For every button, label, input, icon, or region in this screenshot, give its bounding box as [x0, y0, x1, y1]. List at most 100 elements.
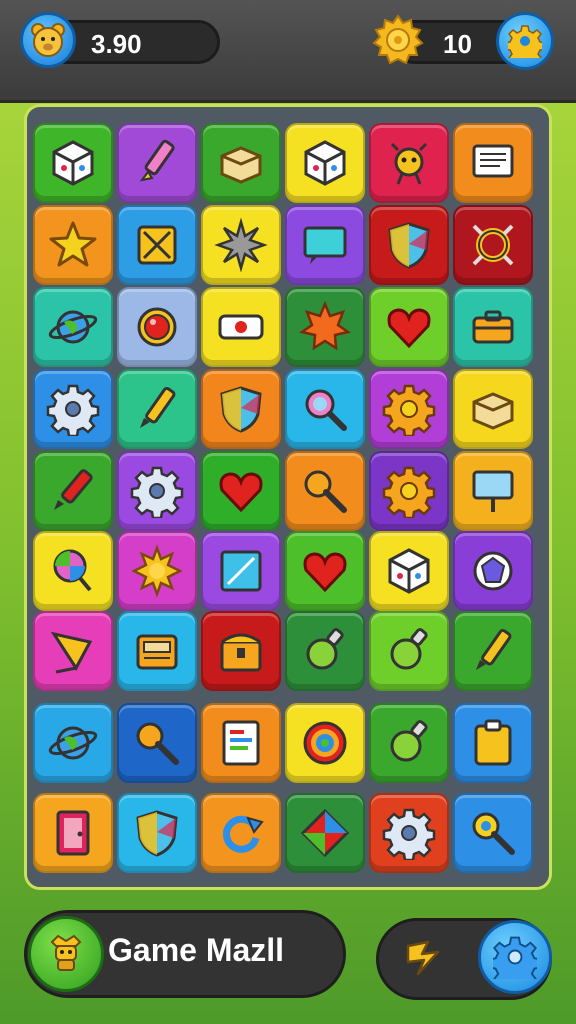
board-tile[interactable] — [369, 123, 449, 203]
board-tile[interactable] — [369, 793, 449, 873]
board-tile[interactable] — [453, 451, 533, 531]
gear-icon — [508, 25, 542, 58]
board-tile[interactable] — [117, 369, 197, 449]
mace-icon — [136, 722, 179, 765]
board-tile[interactable] — [33, 703, 113, 783]
gold-coin-icon — [372, 14, 424, 66]
board-tile[interactable] — [117, 451, 197, 531]
potion-icon — [306, 628, 344, 670]
coin-count: 10 — [443, 29, 472, 59]
cube-icon — [304, 140, 346, 186]
board-tile[interactable] — [201, 205, 281, 285]
board-tile[interactable] — [201, 611, 281, 691]
settings-button[interactable] — [496, 12, 554, 70]
board-tile[interactable] — [369, 703, 449, 783]
diamond-icon — [300, 808, 350, 858]
board-tile[interactable] — [285, 205, 365, 285]
crate-icon — [137, 225, 177, 265]
board-tile[interactable] — [33, 287, 113, 367]
gear-icon — [382, 808, 436, 860]
star-icon — [49, 221, 97, 267]
board-tile[interactable] — [33, 611, 113, 691]
board-tile[interactable] — [117, 531, 197, 611]
options-button[interactable] — [478, 920, 552, 994]
board-tile[interactable] — [201, 793, 281, 873]
potion-icon — [390, 628, 428, 670]
key-icon — [472, 812, 515, 855]
board-tile[interactable] — [453, 611, 533, 691]
character-icon — [50, 934, 82, 971]
board-tile[interactable] — [117, 793, 197, 873]
board-tile[interactable] — [285, 451, 365, 531]
board-tile[interactable] — [285, 287, 365, 367]
kite-icon — [50, 631, 93, 674]
gear-icon — [46, 384, 100, 436]
shield-icon — [220, 386, 262, 433]
board-tile[interactable] — [33, 531, 113, 611]
board-tile[interactable] — [369, 531, 449, 611]
bug-icon — [390, 142, 428, 185]
radio-icon — [136, 634, 178, 670]
spiky-star-icon — [298, 300, 352, 351]
board-tile[interactable] — [453, 287, 533, 367]
board-tile[interactable] — [285, 793, 365, 873]
magnifier-icon — [305, 389, 347, 431]
board-tile[interactable] — [201, 531, 281, 611]
crayon-icon — [140, 386, 176, 428]
board-tile[interactable] — [33, 123, 113, 203]
note-icon — [472, 144, 514, 178]
planet-icon — [48, 310, 98, 344]
sun-icon — [131, 544, 183, 598]
board-tile[interactable] — [33, 793, 113, 873]
spiky-ball-icon — [214, 218, 268, 272]
board-tile[interactable] — [369, 611, 449, 691]
sign-icon — [472, 470, 514, 512]
board-tile[interactable] — [285, 369, 365, 449]
board-tile[interactable] — [201, 287, 281, 367]
board-tile[interactable] — [201, 703, 281, 783]
board-tile[interactable] — [285, 531, 365, 611]
board-tile[interactable] — [117, 611, 197, 691]
board-tile[interactable] — [33, 451, 113, 531]
hammer-icon — [406, 940, 440, 976]
mace-icon — [304, 470, 347, 513]
monitor-icon — [303, 226, 347, 264]
board-tile[interactable] — [285, 703, 365, 783]
bear-avatar-icon[interactable] — [20, 12, 76, 68]
board-tile[interactable] — [201, 451, 281, 531]
board-tile[interactable] — [369, 287, 449, 367]
swirl-icon — [303, 721, 347, 765]
board-tile[interactable] — [453, 793, 533, 873]
red-button-icon — [137, 307, 177, 347]
board-tile[interactable] — [201, 123, 281, 203]
clipboard-icon — [474, 719, 512, 766]
board-tile[interactable] — [117, 205, 197, 285]
board-tile[interactable] — [117, 287, 197, 367]
shield-icon — [136, 810, 178, 857]
board-tile[interactable] — [453, 369, 533, 449]
cube-icon — [388, 548, 430, 594]
board-tile[interactable] — [285, 611, 365, 691]
pencil-icon — [139, 139, 175, 182]
board-tile[interactable] — [453, 703, 533, 783]
board-tile[interactable] — [117, 703, 197, 783]
board-tile[interactable] — [453, 531, 533, 611]
play-button[interactable] — [28, 916, 104, 992]
frame-icon — [220, 550, 262, 592]
planet-icon — [48, 726, 98, 760]
gem-icon — [473, 551, 513, 591]
game-board — [24, 104, 552, 890]
board-tile[interactable] — [33, 369, 113, 449]
box-icon — [220, 146, 262, 184]
board-tile[interactable] — [117, 123, 197, 203]
board-tile[interactable] — [201, 369, 281, 449]
board-tile[interactable] — [453, 123, 533, 203]
hammer-button[interactable] — [396, 930, 450, 984]
board-tile[interactable] — [369, 205, 449, 285]
board-tile[interactable] — [369, 451, 449, 531]
board-tile[interactable] — [285, 123, 365, 203]
board-tile[interactable] — [453, 205, 533, 285]
heart-icon — [387, 308, 431, 349]
board-tile[interactable] — [33, 205, 113, 285]
board-tile[interactable] — [369, 369, 449, 449]
